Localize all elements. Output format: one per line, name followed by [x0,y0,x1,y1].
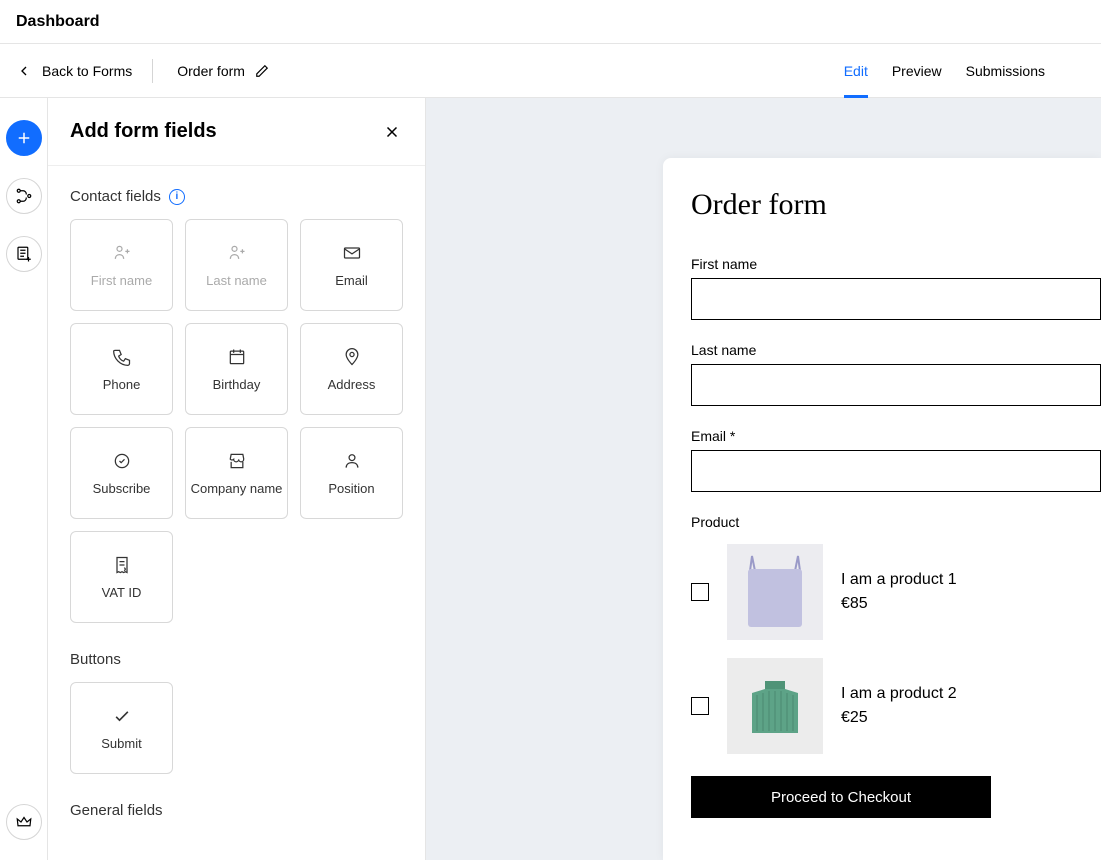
form-preview: Order form First name Last name Email * … [663,158,1101,860]
field-position[interactable]: Position [300,427,403,519]
receipt-icon [112,555,132,575]
field-first-name[interactable]: First name [70,219,173,311]
tabs: Edit Preview Submissions [844,44,1085,98]
person-icon [227,243,247,263]
field-phone[interactable]: Phone [70,323,173,415]
first-name-label: First name [691,256,1101,272]
left-rail [0,98,48,860]
product-1-checkbox[interactable] [691,583,709,601]
field-company[interactable]: Company name [185,427,288,519]
premium-button[interactable] [6,804,42,840]
product-2-price: €25 [841,709,957,727]
field-label: Last name [206,273,267,288]
field-submit[interactable]: Submit [70,682,173,774]
back-button[interactable]: Back to Forms [16,59,153,83]
check-icon [112,706,132,726]
field-label: Email [335,273,368,288]
form-name-button[interactable]: Order form [153,63,269,79]
person-icon [112,243,132,263]
close-panel-button[interactable] [381,121,403,143]
field-last-name[interactable]: Last name [185,219,288,311]
close-icon [383,123,401,141]
store-icon [227,451,247,471]
product-2-checkbox[interactable] [691,697,709,715]
last-name-label: Last name [691,342,1101,358]
product-1-name: I am a product 1 [841,571,957,589]
mail-icon [342,243,362,263]
form-plus-icon [15,245,33,263]
user-icon [342,451,362,471]
form-name-text: Order form [177,63,245,79]
field-vat-id[interactable]: VAT ID [70,531,173,623]
top-bar: Dashboard [0,0,1101,44]
rules-button[interactable] [6,178,42,214]
branch-icon [15,187,33,205]
product-row-1: I am a product 1 €85 [691,544,1101,640]
contact-section-title: Contact fields [70,188,161,205]
general-section-title: General fields [70,802,163,819]
last-name-input[interactable] [691,364,1101,406]
canvas: Order form First name Last name Email * … [426,98,1101,860]
email-label: Email * [691,428,1101,444]
field-label: Birthday [213,377,261,392]
product-label: Product [691,514,1101,530]
field-label: Company name [191,481,283,496]
field-subscribe[interactable]: Subscribe [70,427,173,519]
form-title: Order form [691,188,1101,222]
field-label: First name [91,273,152,288]
submissions-button[interactable] [6,236,42,272]
checkout-button[interactable]: Proceed to Checkout [691,776,991,818]
field-label: Position [328,481,374,496]
field-label: VAT ID [102,585,142,600]
field-label: Submit [101,736,141,751]
calendar-icon [227,347,247,367]
field-label: Phone [103,377,141,392]
product-2-image [727,658,823,754]
field-address[interactable]: Address [300,323,403,415]
checkout-label: Proceed to Checkout [771,789,911,806]
field-label: Address [328,377,376,392]
panel-title: Add form fields [70,120,217,143]
product-1-image [727,544,823,640]
email-input[interactable] [691,450,1101,492]
location-icon [342,347,362,367]
first-name-input[interactable] [691,278,1101,320]
page-title: Dashboard [16,13,100,31]
tab-edit[interactable]: Edit [844,44,868,98]
tab-preview[interactable]: Preview [892,44,942,98]
buttons-section-title: Buttons [70,651,121,668]
sweater-icon [740,671,810,741]
field-email[interactable]: Email [300,219,403,311]
info-icon[interactable]: i [169,189,185,205]
field-birthday[interactable]: Birthday [185,323,288,415]
crown-icon [15,813,33,831]
product-1-price: €85 [841,595,957,613]
add-button[interactable] [6,120,42,156]
product-row-2: I am a product 2 €25 [691,658,1101,754]
check-circle-icon [112,451,132,471]
plus-icon [15,129,33,147]
arrow-left-icon [16,63,32,79]
product-2-name: I am a product 2 [841,685,957,703]
fields-panel: Add form fields Contact fields i First n… [48,98,426,860]
field-label: Subscribe [93,481,151,496]
phone-icon [112,347,132,367]
pencil-icon [255,64,269,78]
sub-bar: Back to Forms Order form Edit Preview Su… [0,44,1101,98]
back-label: Back to Forms [42,63,132,79]
bag-icon [740,551,810,633]
tab-submissions[interactable]: Submissions [966,44,1045,98]
